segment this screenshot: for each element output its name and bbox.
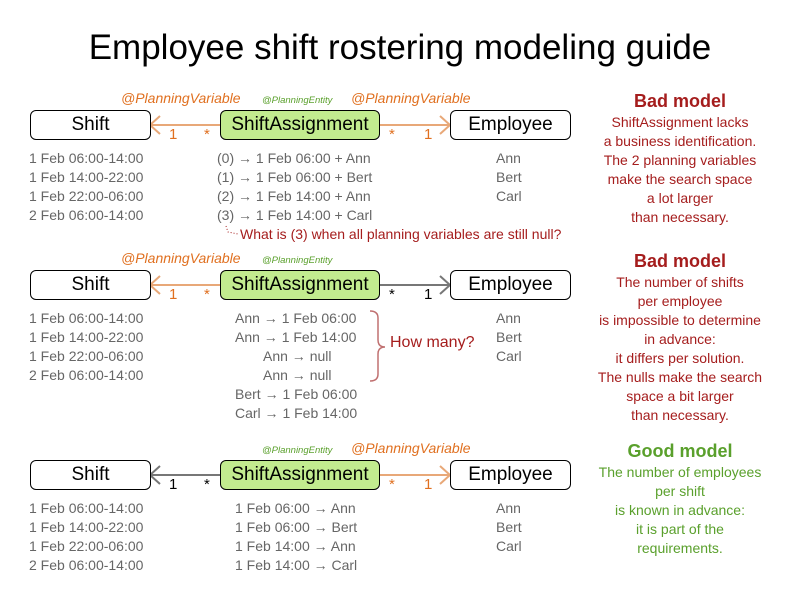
- assignment-row: (1) → 1 Feb 06:00 + Bert: [217, 169, 373, 185]
- employee-row: Bert: [496, 519, 522, 535]
- employee-row: Bert: [496, 329, 522, 345]
- shift-row: 1 Feb 14:00-22:00: [29, 169, 144, 185]
- verdict-line: per employee: [637, 293, 723, 309]
- verdict-line: make the search space: [607, 171, 753, 187]
- shift-assignment-class-box: ShiftAssignment: [220, 460, 380, 490]
- multiplicity-label: *: [204, 126, 210, 143]
- assignment-row: (0) → 1 Feb 06:00 + Ann: [217, 150, 371, 166]
- shift-class-box: Shift: [30, 110, 151, 140]
- planning-variable-annotation: @PlanningVariable: [121, 250, 241, 266]
- shift-row: 1 Feb 14:00-22:00: [29, 519, 144, 535]
- verdict-line: The number of shifts: [616, 274, 744, 290]
- shift-assignment-class-box: ShiftAssignment: [220, 110, 380, 140]
- employee-class-box: Employee: [450, 270, 571, 300]
- verdict-line: than necessary.: [631, 209, 729, 225]
- verdict-line: it is part of the: [636, 521, 724, 537]
- verdict-line: it differs per solution.: [615, 350, 745, 366]
- planning-variable-annotation: @PlanningVariable: [351, 440, 471, 456]
- multiplicity-label: 1: [424, 476, 433, 493]
- employee-class-box: Employee: [450, 460, 571, 490]
- multiplicity-label: *: [389, 476, 395, 493]
- note-connector: [225, 225, 239, 235]
- verdict-line: is impossible to determine: [599, 312, 761, 328]
- assignment-row: Ann → 1 Feb 06:00: [235, 310, 357, 326]
- planning-entity-annotation: @PlanningEntity: [262, 95, 333, 106]
- verdict-line: space a bit larger: [626, 388, 734, 404]
- shift-row: 2 Feb 06:00-14:00: [29, 557, 144, 573]
- assignment-row: Ann → null: [263, 367, 332, 383]
- curly-brace: [369, 310, 386, 382]
- multiplicity-label: 1: [169, 126, 178, 143]
- verdict-line: in advance:: [644, 331, 716, 347]
- verdict-line: per shift: [655, 483, 705, 499]
- multiplicity-label: 1: [169, 476, 178, 493]
- employee-row: Ann: [496, 310, 521, 326]
- assignment-row: 1 Feb 06:00 → Ann: [235, 500, 356, 516]
- verdict-line: requirements.: [637, 540, 723, 556]
- verdict-line: than necessary.: [631, 407, 729, 423]
- verdict-line: a lot larger: [646, 190, 714, 206]
- assignment-row: Ann → 1 Feb 14:00: [235, 329, 357, 345]
- shift-assignment-class-box: ShiftAssignment: [220, 270, 380, 300]
- assignment-row: (2) → 1 Feb 14:00 + Ann: [217, 188, 371, 204]
- assignment-row: 1 Feb 14:00 → Carl: [235, 557, 358, 573]
- shift-class-box: Shift: [30, 270, 151, 300]
- multiplicity-label: *: [389, 286, 395, 303]
- null-question-note: What is (3) when all planning variables …: [240, 226, 562, 242]
- planning-variable-annotation: @PlanningVariable: [351, 90, 471, 106]
- verdict-heading: Bad model: [633, 251, 726, 271]
- verdict-heading: Bad model: [633, 91, 726, 111]
- planning-variable-annotation: @PlanningVariable: [121, 90, 241, 106]
- multiplicity-label: 1: [424, 286, 433, 303]
- shift-row: 1 Feb 06:00-14:00: [29, 310, 144, 326]
- verdict-line: is known in advance:: [615, 502, 745, 518]
- multiplicity-label: *: [389, 126, 395, 143]
- employee-row: Bert: [496, 169, 522, 185]
- verdict-line: The 2 planning variables: [603, 152, 757, 168]
- shift-row: 1 Feb 06:00-14:00: [29, 150, 144, 166]
- verdict-line: The nulls make the search: [597, 369, 763, 385]
- assignment-row: 1 Feb 06:00 → Bert: [235, 519, 358, 535]
- verdict-line: ShiftAssignment lacks: [611, 114, 749, 130]
- verdict-line: The number of employees: [598, 464, 762, 480]
- employee-row: Carl: [496, 348, 522, 364]
- assignment-row: (3) → 1 Feb 14:00 + Carl: [217, 207, 373, 223]
- multiplicity-label: 1: [424, 126, 433, 143]
- planning-entity-annotation: @PlanningEntity: [262, 445, 333, 456]
- shift-row: 2 Feb 06:00-14:00: [29, 367, 144, 383]
- verdict-heading: Good model: [627, 441, 733, 461]
- employee-row: Ann: [496, 150, 521, 166]
- shift-row: 1 Feb 22:00-06:00: [29, 348, 144, 364]
- shift-row: 1 Feb 06:00-14:00: [29, 500, 144, 516]
- verdict-bad-model-1: Bad model ShiftAssignment lacks a busine…: [580, 89, 780, 227]
- multiplicity-label: 1: [169, 286, 178, 303]
- assignment-row: Bert → 1 Feb 06:00: [235, 386, 358, 402]
- shift-row: 1 Feb 22:00-06:00: [29, 538, 144, 554]
- verdict-good-model: Good model The number of employees per s…: [580, 439, 780, 558]
- employee-class-box: Employee: [450, 110, 571, 140]
- how-many-note: How many?: [390, 334, 475, 351]
- employee-row: Carl: [496, 538, 522, 554]
- verdict-bad-model-2: Bad model The number of shifts per emplo…: [580, 249, 780, 425]
- planning-entity-annotation: @PlanningEntity: [262, 255, 333, 266]
- verdict-line: a business identification.: [603, 133, 757, 149]
- shift-row: 1 Feb 22:00-06:00: [29, 188, 144, 204]
- employee-row: Carl: [496, 188, 522, 204]
- employee-row: Ann: [496, 500, 521, 516]
- shift-row: 2 Feb 06:00-14:00: [29, 207, 144, 223]
- assignment-row: Carl → 1 Feb 14:00: [235, 405, 358, 421]
- assignment-row: 1 Feb 14:00 → Ann: [235, 538, 356, 554]
- assignment-row: Ann → null: [263, 348, 332, 364]
- shift-class-box: Shift: [30, 460, 151, 490]
- multiplicity-label: *: [204, 476, 210, 493]
- multiplicity-label: *: [204, 286, 210, 303]
- shift-row: 1 Feb 14:00-22:00: [29, 329, 144, 345]
